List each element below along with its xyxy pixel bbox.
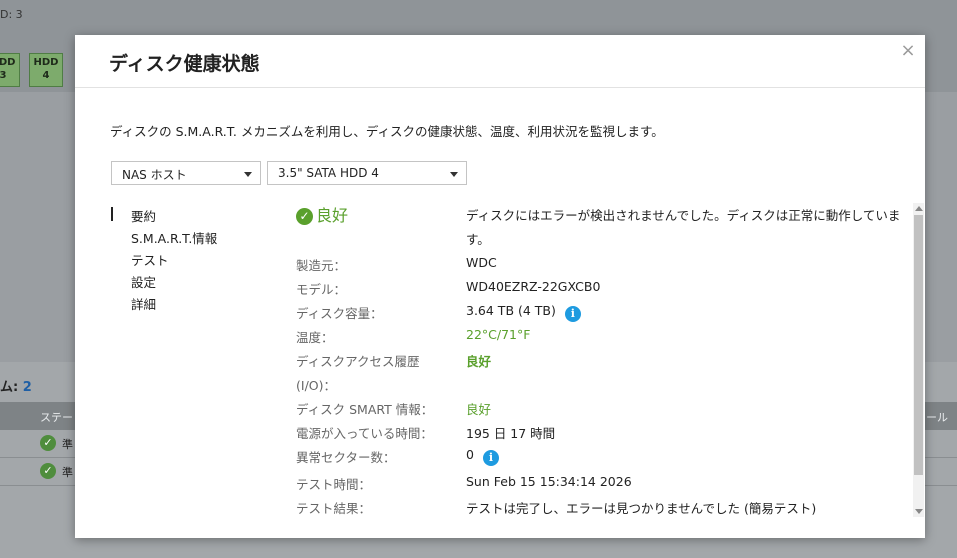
access-history-label: ディスクアクセス履歴 — [296, 354, 420, 369]
active-nav-indicator — [111, 207, 113, 221]
hdd-tile-number: 3 — [0, 70, 7, 81]
capacity-label: ディスク容量： — [296, 306, 383, 321]
status-message-line1: ディスクにはエラーが検出されませんでした。ディスクは正常に動作していま — [466, 208, 901, 223]
bad-sectors-row: 0i — [466, 447, 499, 466]
scroll-down-icon[interactable] — [915, 509, 923, 514]
dialog-title: ディスク健康状態 — [109, 53, 260, 75]
nav-item-summary[interactable]: 要約 — [131, 206, 156, 225]
summary-scrollbar[interactable] — [913, 203, 924, 517]
bad-sectors-label: 異常セクター数： — [296, 450, 396, 465]
health-status-text: 良好 — [316, 206, 349, 225]
row-status-text: 準 — [62, 466, 73, 479]
status-message-line2: す。 — [466, 232, 490, 247]
test-time-value: Sun Feb 15 15:34:14 2026 — [466, 474, 632, 489]
smart-info-label: ディスク SMART 情報： — [296, 402, 434, 417]
disk-select[interactable]: 3.5" SATA HDD 4 — [267, 161, 467, 185]
test-result-label: テスト結果： — [296, 501, 372, 516]
temperature-value: 22°C/71°F — [466, 327, 531, 342]
dialog-header: ディスク健康状態 × — [75, 35, 925, 88]
power-on-time-label: 電源が入っている時間： — [296, 426, 433, 441]
manufacturer-value: WDC — [466, 255, 497, 270]
nav-item-details[interactable]: 詳細 — [131, 294, 156, 313]
disk-health-dialog: ディスク健康状態 × ディスクの S.M.A.R.T. メカニズムを利用し、ディ… — [75, 35, 925, 538]
capacity-value: 3.64 TB (4 TB) — [466, 303, 556, 318]
bad-sectors-value: 0 — [466, 447, 474, 462]
close-icon[interactable]: × — [899, 42, 917, 60]
row-status-text: 準 — [62, 438, 73, 451]
test-result-value: テストは完了し、エラーは見つかりませんでした (簡易テスト) — [466, 501, 817, 516]
hdd-tile-4[interactable]: HDD 4 — [29, 53, 63, 87]
background-section-label: ム: 2 — [0, 376, 32, 395]
capacity-row: 3.64 TB (4 TB) i — [466, 303, 581, 322]
manufacturer-label: 製造元： — [296, 258, 347, 273]
scrollbar-thumb[interactable] — [914, 215, 923, 475]
check-circle-icon: ✓ — [40, 463, 56, 479]
model-label: モデル： — [296, 282, 347, 297]
temperature-label: 温度： — [296, 330, 334, 345]
section-count: 2 — [22, 380, 32, 395]
dialog-description: ディスクの S.M.A.R.T. メカニズムを利用し、ディスクの健康状態、温度、… — [110, 124, 664, 139]
chevron-down-icon — [244, 172, 252, 177]
check-circle-icon: ✓ — [296, 208, 313, 225]
nav-item-smart-info[interactable]: S.M.A.R.T.情報 — [131, 228, 217, 247]
nav-item-test[interactable]: テスト — [131, 250, 169, 269]
access-history-label-cont: (I/O)： — [296, 378, 336, 393]
host-select-value: NAS ホスト — [122, 168, 187, 182]
nav-item-settings[interactable]: 設定 — [131, 272, 156, 291]
chevron-down-icon — [450, 172, 458, 177]
table-header-tool: ール — [926, 411, 948, 424]
hdd-tile-label: HDD — [33, 57, 59, 68]
power-on-time-value: 195 日 17 時間 — [466, 426, 556, 441]
scroll-up-icon[interactable] — [915, 206, 923, 211]
hdd-tile-3[interactable]: HDD 3 — [0, 53, 20, 87]
info-icon[interactable]: i — [482, 450, 499, 466]
access-history-value: 良好 — [466, 354, 492, 369]
disk-select-value: 3.5" SATA HDD 4 — [278, 166, 379, 180]
summary-panel: ✓ 良好 ディスクにはエラーが検出されませんでした。ディスクは正常に動作していま … — [280, 200, 908, 522]
section-label-text: ム: — [0, 380, 19, 395]
info-icon[interactable]: i — [564, 306, 581, 322]
host-select[interactable]: NAS ホスト — [111, 161, 261, 185]
smart-info-value: 良好 — [466, 402, 492, 417]
hdd-tile-number: 4 — [42, 70, 50, 81]
table-header-status: ステー — [40, 411, 73, 424]
model-value: WD40EZRZ-22GXCB0 — [466, 279, 601, 294]
health-status-message: ディスクにはエラーが検出されませんでした。ディスクは正常に動作していま す。 — [466, 204, 908, 252]
hdd-tile-label: HDD — [0, 57, 16, 68]
check-circle-icon: ✓ — [40, 435, 56, 451]
background-disk-count: D: 3 — [0, 8, 23, 21]
test-time-label: テスト時間： — [296, 477, 372, 492]
health-status: ✓ 良好 — [296, 202, 348, 226]
